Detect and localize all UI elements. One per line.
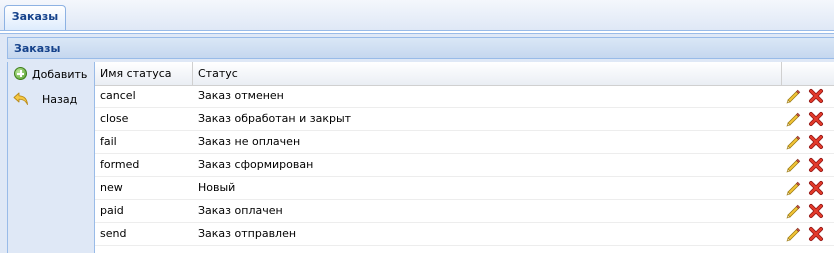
add-button-label: Добавить [32, 68, 88, 81]
delete-icon[interactable] [808, 134, 824, 150]
sidebar: Добавить Назад [7, 62, 94, 253]
table-row[interactable]: fail Заказ не оплачен [95, 131, 834, 154]
status-name-cell: new [100, 181, 123, 194]
status-name-cell: send [100, 227, 127, 240]
pencil-icon[interactable] [785, 180, 801, 196]
pencil-icon[interactable] [785, 88, 801, 104]
column-header-status-name[interactable]: Имя статуса [95, 62, 193, 85]
status-cell: Заказ отменен [198, 89, 284, 102]
status-name-cell: cancel [100, 89, 136, 102]
table-row[interactable]: formed Заказ сформирован [95, 154, 834, 177]
row-actions [785, 203, 824, 219]
pencil-icon[interactable] [785, 134, 801, 150]
row-actions [785, 180, 824, 196]
status-grid: Имя статуса Статус cancel Заказ отменен … [94, 62, 834, 253]
back-button-label: Назад [42, 93, 78, 106]
delete-icon[interactable] [808, 157, 824, 173]
status-name-cell: paid [100, 204, 124, 217]
table-row[interactable]: cancel Заказ отменен [95, 85, 834, 108]
table-row[interactable]: close Заказ обработан и закрыт [95, 108, 834, 131]
tab-bar: Заказы [0, 0, 834, 31]
pencil-icon[interactable] [785, 157, 801, 173]
row-actions [785, 88, 824, 104]
pencil-icon[interactable] [785, 203, 801, 219]
table-row[interactable]: paid Заказ оплачен [95, 200, 834, 223]
row-actions [785, 157, 824, 173]
status-name-cell: formed [100, 158, 140, 171]
pencil-icon[interactable] [785, 111, 801, 127]
delete-icon[interactable] [808, 226, 824, 242]
status-cell: Новый [198, 181, 236, 194]
table-row[interactable]: new Новый [95, 177, 834, 200]
add-icon [14, 67, 27, 80]
delete-icon[interactable] [808, 111, 824, 127]
status-cell: Заказ сформирован [198, 158, 314, 171]
panel-title: Заказы [7, 37, 834, 59]
grid-body: cancel Заказ отменен close Заказ обработ… [95, 85, 834, 246]
grid-header: Имя статуса Статус [95, 62, 834, 86]
orders-panel: Заказы Добавить Назад Имя статуса Статус… [0, 33, 834, 253]
status-name-cell: fail [100, 135, 117, 148]
back-button[interactable]: Назад [13, 91, 77, 109]
status-cell: Заказ отправлен [198, 227, 297, 240]
delete-icon[interactable] [808, 88, 824, 104]
tab-orders[interactable]: Заказы [4, 5, 66, 30]
column-header-status[interactable]: Статус [193, 62, 782, 85]
column-header-actions [782, 62, 834, 85]
row-actions [785, 226, 824, 242]
delete-icon[interactable] [808, 180, 824, 196]
status-cell: Заказ оплачен [198, 204, 283, 217]
back-arrow-icon [13, 92, 28, 105]
row-actions [785, 134, 824, 150]
pencil-icon[interactable] [785, 226, 801, 242]
delete-icon[interactable] [808, 203, 824, 219]
status-cell: Заказ обработан и закрыт [198, 112, 352, 125]
add-button[interactable]: Добавить [14, 66, 87, 84]
row-actions [785, 111, 824, 127]
status-cell: Заказ не оплачен [198, 135, 301, 148]
status-name-cell: close [100, 112, 129, 125]
table-row[interactable]: send Заказ отправлен [95, 223, 834, 246]
